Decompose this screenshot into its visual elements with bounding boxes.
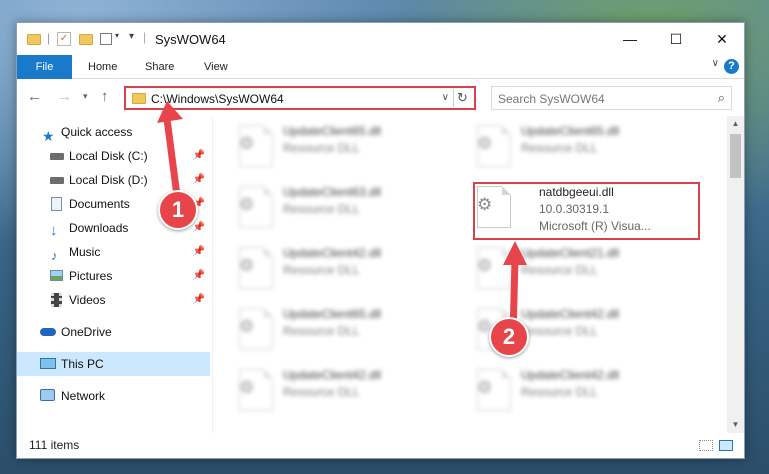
sidebar-item-music[interactable]: ♪ Music 📌 — [17, 240, 210, 264]
close-button[interactable]: ✕ — [699, 23, 745, 55]
gear-icon: ⚙ — [239, 317, 255, 336]
drive-icon — [50, 177, 64, 184]
gear-icon: ⚙ — [477, 378, 493, 397]
expand-ribbon-icon[interactable]: ∨ — [712, 58, 719, 69]
search-placeholder: Search SysWOW64 — [498, 92, 605, 106]
tab-home[interactable]: Home — [74, 55, 131, 79]
star-icon: ★ — [42, 128, 55, 144]
network-icon — [40, 389, 55, 401]
back-arrow-icon[interactable]: ← — [27, 88, 42, 105]
vertical-scrollbar[interactable]: ▲ ▼ — [727, 116, 744, 433]
help-icon[interactable]: ? — [724, 59, 739, 74]
new-folder-icon[interactable] — [79, 34, 93, 45]
gear-icon: ⚙ — [477, 134, 493, 153]
download-icon: ↓ — [50, 222, 58, 239]
sidebar-item-videos[interactable]: Videos 📌 — [17, 288, 210, 312]
recent-locations-icon[interactable]: ▾ — [83, 91, 88, 102]
videos-icon — [51, 293, 62, 307]
file-list: ⚙ UpdateClient65.dll Resource DLL ⚙ Upda… — [213, 116, 727, 433]
file-item[interactable]: ⚙ UpdateClient42.dll Resource DLL — [471, 365, 681, 421]
tab-file[interactable]: File — [17, 55, 72, 79]
status-bar: 111 items — [17, 433, 744, 458]
step-1-badge: 1 — [158, 190, 198, 230]
file-item[interactable]: ⚙ UpdateClient65.dll Resource DLL — [471, 121, 681, 177]
drive-icon — [50, 153, 64, 160]
gear-icon: ⚙ — [239, 134, 255, 153]
properties-icon[interactable]: ✓ — [57, 32, 71, 46]
sidebar-item-pictures[interactable]: Pictures 📌 — [17, 264, 210, 288]
file-item[interactable]: ⚙ UpdateClient63.dll Resource DLL — [233, 182, 443, 238]
forward-arrow-icon[interactable]: → — [57, 88, 72, 105]
step-2-badge: 2 — [489, 317, 529, 357]
pin-icon[interactable]: 📌 — [193, 240, 205, 264]
tab-view[interactable]: View — [190, 55, 242, 79]
tab-share[interactable]: Share — [131, 55, 188, 79]
qa-menu-icon[interactable]: ▾ — [129, 31, 134, 47]
gear-icon: ⚙ — [239, 256, 255, 275]
folder-icon — [27, 34, 41, 45]
pin-icon[interactable]: 📌 — [193, 288, 205, 312]
title-bar: | ✓ ▾ ▾ | SysWOW64 — ☐ ✕ — [17, 23, 744, 55]
item-count: 111 items — [29, 438, 80, 452]
large-icons-view-icon[interactable] — [719, 440, 733, 451]
chevron-down-icon[interactable]: ▾ — [115, 31, 119, 47]
cloud-icon — [40, 328, 56, 336]
file-item[interactable]: ⚙ UpdateClient65.dll Resource DLL — [233, 121, 443, 177]
sidebar-item-network[interactable]: Network — [17, 384, 210, 408]
up-arrow-icon[interactable]: ↑ — [101, 88, 109, 105]
chevron-down-icon[interactable]: ∨ — [442, 92, 449, 103]
window-title: SysWOW64 — [155, 32, 226, 47]
scroll-down-icon[interactable]: ▼ — [727, 417, 744, 433]
gear-icon: ⚙ — [239, 378, 255, 397]
search-input[interactable]: Search SysWOW64 ⌕ — [491, 86, 732, 110]
file-item[interactable]: ⚙ UpdateClient42.dll Resource DLL — [233, 365, 443, 421]
pictures-icon — [50, 270, 63, 281]
customize-icon[interactable] — [100, 33, 112, 45]
maximize-button[interactable]: ☐ — [653, 23, 699, 55]
documents-icon — [51, 197, 62, 211]
file-explorer-window: | ✓ ▾ ▾ | SysWOW64 — ☐ ✕ File Home Share… — [16, 22, 745, 459]
search-icon[interactable]: ⌕ — [718, 90, 725, 106]
details-view-icon[interactable] — [699, 440, 713, 451]
music-icon: ♪ — [51, 248, 58, 263]
file-item-natdbgeeui[interactable]: ⚙ natdbgeeui.dll 10.0.30319.1 Microsoft … — [471, 182, 681, 238]
sidebar-item-onedrive[interactable]: OneDrive — [17, 320, 210, 344]
scroll-up-icon[interactable]: ▲ — [727, 116, 744, 132]
pin-icon[interactable]: 📌 — [193, 264, 205, 288]
gear-icon: ⚙ — [477, 195, 493, 214]
file-item[interactable]: ⚙ UpdateClient42.dll Resource DLL — [233, 243, 443, 299]
address-row: ← → ▾ ↑ C:\Windows\SysWOW64 ∨ ↻ Search S… — [17, 80, 744, 116]
computer-icon — [40, 358, 56, 369]
refresh-icon[interactable]: ↻ — [453, 89, 471, 107]
minimize-button[interactable]: — — [607, 23, 653, 55]
gear-icon: ⚙ — [239, 195, 255, 214]
sidebar-item-this-pc[interactable]: This PC — [17, 352, 210, 376]
scroll-thumb[interactable] — [730, 134, 741, 178]
ribbon-tabs: File Home Share View ∨ ? — [17, 55, 744, 79]
gear-icon: ⚙ — [477, 256, 493, 275]
file-item[interactable]: ⚙ UpdateClient65.dll Resource DLL — [233, 304, 443, 360]
folder-icon — [132, 93, 146, 104]
